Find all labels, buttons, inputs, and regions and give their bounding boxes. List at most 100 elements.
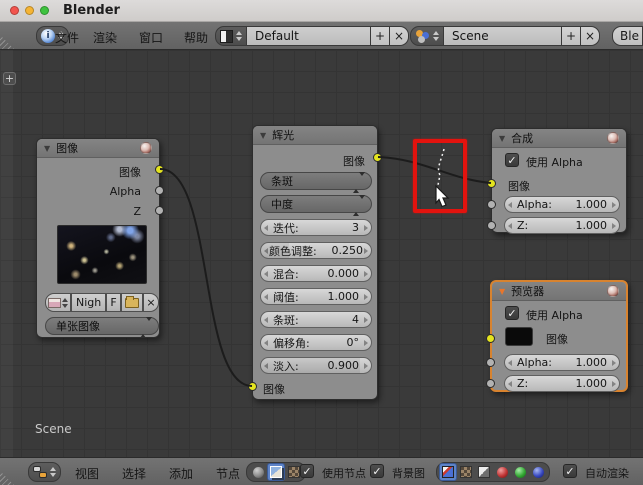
- folder-icon: [125, 295, 139, 308]
- collapse-triangle-icon[interactable]: ▼: [44, 144, 50, 153]
- socket-image-output[interactable]: [373, 153, 382, 162]
- auto-render-checkbox[interactable]: ✓: [563, 464, 577, 478]
- add-scene-button[interactable]: +: [562, 26, 581, 46]
- channel-red-button[interactable]: [493, 463, 511, 481]
- expand-region-button[interactable]: +: [3, 72, 16, 85]
- node-glare-header[interactable]: ▼ 辉光: [253, 126, 377, 145]
- tree-type-button-group: [246, 462, 306, 482]
- socket-alpha-input[interactable]: [487, 200, 496, 209]
- use-alpha-checkbox[interactable]: ✓: [505, 306, 519, 320]
- slider-label: 迭代:: [273, 221, 299, 235]
- unlink-image-button[interactable]: ×: [143, 293, 159, 312]
- close-window-button[interactable]: [10, 6, 19, 15]
- fade-slider[interactable]: 淡入: 0.900: [260, 357, 372, 374]
- scene-dropdown-button[interactable]: [410, 26, 444, 46]
- compositing-nodes-button[interactable]: [267, 463, 285, 481]
- backdrop-color-alpha-button[interactable]: [439, 463, 457, 481]
- collapse-triangle-icon[interactable]: ▼: [499, 134, 505, 143]
- canvas-left-edge: [0, 50, 13, 457]
- node-composite[interactable]: ▼ 合成 ✓ 使用 Alpha 图像 Alpha: 1.000 Z: 1.000: [487, 128, 627, 234]
- add-layout-button[interactable]: +: [371, 26, 390, 46]
- z-slider[interactable]: Z: 1.000: [504, 217, 620, 234]
- menu-add[interactable]: 添加: [169, 465, 193, 482]
- collapse-triangle-icon[interactable]: ▼: [499, 287, 505, 296]
- socket-alpha-output[interactable]: [155, 186, 164, 195]
- node-composite-header[interactable]: ▼ 合成: [492, 129, 626, 148]
- blender-version-button[interactable]: Ble: [612, 26, 643, 46]
- image-browse-button[interactable]: [45, 293, 71, 312]
- window-title: Blender: [63, 3, 120, 18]
- editor-type-selector[interactable]: [28, 462, 61, 482]
- backdrop-alpha-button[interactable]: [475, 463, 493, 481]
- backdrop-checkbox[interactable]: ✓: [370, 464, 384, 478]
- layout-dropdown-button[interactable]: [215, 26, 247, 46]
- open-image-button[interactable]: [121, 293, 143, 312]
- iterations-slider[interactable]: 迭代: 3: [260, 219, 372, 236]
- scene-name-field[interactable]: Scene: [444, 26, 562, 46]
- menu-view[interactable]: 视图: [75, 465, 99, 482]
- menu-file[interactable]: 文件: [55, 29, 79, 46]
- collapse-triangle-icon[interactable]: ▼: [260, 131, 266, 140]
- node-image-header[interactable]: ▼ 图像: [37, 139, 159, 158]
- socket-z-input[interactable]: [486, 379, 495, 388]
- streaks-slider[interactable]: 条斑: 4: [260, 311, 372, 328]
- use-nodes-checkbox[interactable]: ✓: [300, 464, 314, 478]
- delete-scene-button[interactable]: ×: [581, 26, 600, 46]
- socket-image-output[interactable]: [155, 165, 164, 174]
- area-corner-grip[interactable]: [0, 35, 14, 49]
- socket-image-input[interactable]: [487, 179, 496, 188]
- slider-value: 1.000: [575, 356, 608, 369]
- layout-name-field[interactable]: Default: [247, 26, 371, 46]
- slider-value: 4: [352, 313, 359, 326]
- use-alpha-checkbox[interactable]: ✓: [505, 153, 519, 167]
- stepper-arrows-icon: [62, 297, 68, 308]
- node-viewer-header[interactable]: ▼ 预览器: [492, 282, 626, 301]
- blender-window: Blender i 文件 渲染 窗口 帮助 Default + × Scene …: [0, 0, 643, 485]
- glare-type-dropdown[interactable]: 条斑: [260, 172, 372, 193]
- compositing-icon: [270, 466, 282, 478]
- mix-slider[interactable]: 混合: 0.000: [260, 265, 372, 282]
- socket-image-input[interactable]: [486, 334, 495, 343]
- menu-window[interactable]: 窗口: [139, 29, 163, 46]
- node-editor-icon: [33, 465, 47, 479]
- z-slider[interactable]: Z: 1.000: [504, 375, 620, 392]
- node-image[interactable]: ▼ 图像 图像 Alpha Z Nigh F × 单张图像: [36, 138, 164, 338]
- image-name-field[interactable]: Nigh: [71, 293, 106, 312]
- use-nodes-label: 使用节点: [322, 467, 366, 480]
- node-title: 图像: [56, 142, 79, 155]
- threshold-slider[interactable]: 阈值: 1.000: [260, 288, 372, 305]
- menu-render[interactable]: 渲染: [93, 29, 117, 46]
- slider-value: 0.000: [327, 267, 360, 280]
- glare-quality-dropdown[interactable]: 中度: [260, 195, 372, 216]
- slider-label: 混合:: [273, 267, 299, 281]
- alpha-slider[interactable]: Alpha: 1.000: [504, 196, 620, 213]
- angle-offset-slider[interactable]: 偏移角: 0°: [260, 334, 372, 351]
- screen-layout-selector: Default + ×: [215, 26, 409, 46]
- fake-user-button[interactable]: F: [106, 293, 121, 312]
- red-sphere-icon: [496, 466, 508, 478]
- socket-alpha-input[interactable]: [486, 358, 495, 367]
- node-title: 预览器: [511, 285, 545, 298]
- menu-select[interactable]: 选择: [122, 465, 146, 482]
- image-source-dropdown[interactable]: 单张图像: [45, 317, 159, 338]
- slider-label: 颜色调整:: [269, 244, 317, 258]
- socket-image-input[interactable]: [248, 382, 257, 391]
- color-modulation-slider[interactable]: 颜色调整: 0.250: [260, 242, 372, 259]
- delete-layout-button[interactable]: ×: [390, 26, 409, 46]
- channel-green-button[interactable]: [511, 463, 529, 481]
- alpha-slider[interactable]: Alpha: 1.000: [504, 354, 620, 371]
- node-viewer[interactable]: ▼ 预览器 ✓ 使用 Alpha 图像 Alpha: 1.000 Z: 1.00…: [486, 280, 628, 392]
- backdrop-checker-button[interactable]: [457, 463, 475, 481]
- menu-help[interactable]: 帮助: [184, 29, 208, 46]
- shader-nodes-button[interactable]: [249, 463, 267, 481]
- zoom-window-button[interactable]: [40, 6, 49, 15]
- channel-blue-button[interactable]: [529, 463, 547, 481]
- menu-node[interactable]: 节点: [216, 465, 240, 482]
- socket-z-output[interactable]: [155, 206, 164, 215]
- input-label-image: 图像: [546, 333, 568, 346]
- minimize-window-button[interactable]: [25, 6, 34, 15]
- area-corner-grip[interactable]: [0, 471, 14, 485]
- blue-sphere-icon: [532, 466, 544, 478]
- socket-z-input[interactable]: [487, 221, 496, 230]
- node-glare[interactable]: ▼ 辉光 图像 条斑 中度 迭代: 3 颜色调整: 0.250 混合: 0.00…: [248, 125, 382, 400]
